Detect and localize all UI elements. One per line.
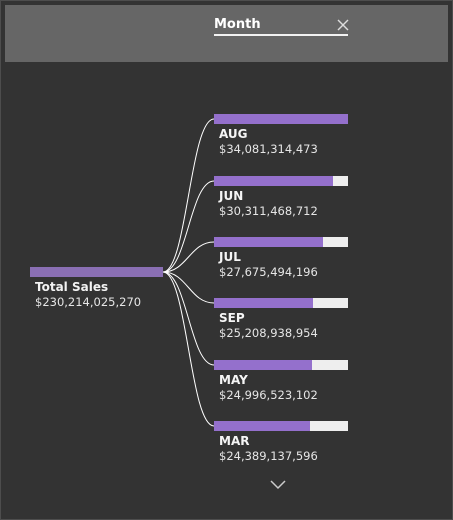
node-bar-fill bbox=[214, 176, 334, 186]
connector-line bbox=[162, 271, 215, 304]
node-bar-fill bbox=[214, 114, 348, 124]
connector-line bbox=[162, 271, 215, 427]
node-label: JUL bbox=[219, 250, 241, 264]
node-value: $24,389,137,596 bbox=[219, 449, 318, 463]
node-bar-fill bbox=[214, 360, 313, 370]
node-bar-fill bbox=[214, 421, 310, 431]
node-label: JUN bbox=[219, 189, 244, 203]
connector-line bbox=[162, 241, 215, 273]
node-value: $27,675,494,196 bbox=[219, 265, 318, 279]
root-label: Total Sales bbox=[35, 280, 109, 294]
connector-line bbox=[162, 118, 215, 273]
node-value: $34,081,314,473 bbox=[219, 142, 318, 156]
node-label: AUG bbox=[219, 127, 248, 141]
node-bar-fill bbox=[214, 237, 323, 247]
chevron-down-icon[interactable] bbox=[269, 478, 287, 490]
connector-line bbox=[162, 180, 215, 273]
root-bar[interactable] bbox=[30, 267, 163, 277]
tree-node-jul[interactable]: JUL $27,675,494,196 bbox=[214, 237, 348, 289]
root-value: $230,214,025,270 bbox=[35, 295, 142, 309]
tree-node-sep[interactable]: SEP $25,208,938,954 bbox=[214, 298, 348, 350]
level-header-underline bbox=[214, 34, 348, 36]
tree-node-mar[interactable]: MAR $24,389,137,596 bbox=[214, 421, 348, 473]
tree-node-jun[interactable]: JUN $30,311,468,712 bbox=[214, 176, 348, 228]
connector-line bbox=[162, 271, 215, 366]
node-label: SEP bbox=[219, 311, 245, 325]
tree-node-aug[interactable]: AUG $34,081,314,473 bbox=[214, 114, 348, 166]
node-label: MAR bbox=[219, 434, 250, 448]
node-value: $30,311,468,712 bbox=[219, 204, 318, 218]
level-header-title: Month bbox=[214, 17, 261, 32]
node-label: MAY bbox=[219, 373, 248, 387]
node-value: $25,208,938,954 bbox=[219, 326, 318, 340]
close-icon[interactable] bbox=[336, 18, 350, 32]
node-bar-fill bbox=[214, 298, 314, 308]
tree-node-may[interactable]: MAY $24,996,523,102 bbox=[214, 360, 348, 412]
node-value: $24,996,523,102 bbox=[219, 388, 318, 402]
